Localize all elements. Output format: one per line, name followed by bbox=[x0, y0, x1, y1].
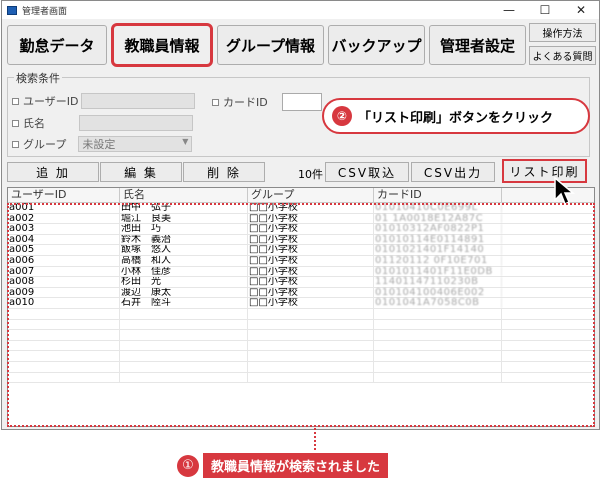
group-select-value: 未設定 bbox=[82, 138, 116, 151]
delete-button[interactable]: 削 除 bbox=[183, 162, 265, 182]
edit-button[interactable]: 編 集 bbox=[100, 162, 182, 182]
maximize-icon[interactable]: ☐ bbox=[527, 1, 563, 19]
table-header: ユーザーID 氏名 グループ カードID bbox=[8, 188, 594, 203]
result-count: 10件 bbox=[298, 168, 323, 181]
annotation-connector bbox=[314, 428, 316, 450]
step2-text: 「リスト印刷」ボタンをクリック bbox=[358, 110, 554, 126]
name-input[interactable] bbox=[79, 115, 193, 131]
header-name[interactable]: 氏名 bbox=[120, 188, 248, 202]
user-id-input[interactable] bbox=[80, 93, 195, 109]
tab-attendance-data[interactable]: 勤怠データ bbox=[7, 25, 107, 65]
csv-export-button[interactable]: CSV出力 bbox=[411, 162, 495, 182]
group-select[interactable]: 未設定 ▼ bbox=[78, 136, 193, 152]
user-id-checkbox[interactable] bbox=[12, 97, 19, 105]
mouse-cursor-icon bbox=[554, 176, 576, 206]
tab-group-info[interactable]: グループ情報 bbox=[217, 25, 324, 65]
card-id-input[interactable] bbox=[281, 93, 322, 111]
app-icon bbox=[7, 5, 17, 15]
chevron-down-icon: ▼ bbox=[182, 137, 189, 146]
csv-import-button[interactable]: CSV取込 bbox=[325, 162, 409, 182]
name-filter: 氏名 bbox=[12, 115, 193, 131]
tab-backup[interactable]: バックアップ bbox=[328, 25, 425, 65]
main-tabs: 勤怠データ 教職員情報 グループ情報 バックアップ 管理者設定 操作方法 よくあ… bbox=[7, 23, 596, 69]
header-filler bbox=[502, 188, 594, 202]
card-id-checkbox[interactable] bbox=[212, 98, 219, 106]
group-filter: グループ 未設定 ▼ bbox=[12, 136, 193, 152]
step1-text: 教職員情報が検索されました bbox=[203, 453, 389, 478]
add-button[interactable]: 追 加 bbox=[7, 162, 99, 182]
step1-badge: ① bbox=[177, 454, 199, 477]
card-id-filter: カードID bbox=[212, 93, 322, 111]
header-card-id[interactable]: カードID bbox=[374, 188, 502, 202]
step2-callout: ② 「リスト印刷」ボタンをクリック bbox=[322, 98, 590, 134]
user-id-label: ユーザーID bbox=[23, 95, 79, 108]
help-operations-button[interactable]: 操作方法 bbox=[529, 23, 596, 42]
step2-badge: ② bbox=[332, 106, 352, 126]
search-result-highlight bbox=[7, 203, 595, 427]
search-legend: 検索条件 bbox=[14, 70, 62, 86]
name-label: 氏名 bbox=[23, 117, 45, 130]
tab-staff-info[interactable]: 教職員情報 bbox=[111, 23, 213, 67]
name-checkbox[interactable] bbox=[12, 119, 19, 127]
step1-label: ① 教職員情報が検索されました bbox=[177, 453, 389, 478]
group-label: グループ bbox=[23, 138, 67, 151]
tab-admin-settings[interactable]: 管理者設定 bbox=[429, 25, 526, 65]
minimize-icon[interactable]: — bbox=[491, 1, 527, 19]
header-user-id[interactable]: ユーザーID bbox=[8, 188, 120, 202]
group-checkbox[interactable] bbox=[12, 140, 19, 148]
window-title: 管理者画面 bbox=[22, 6, 68, 17]
user-id-filter: ユーザーID bbox=[12, 93, 195, 109]
faq-button[interactable]: よくある質問 bbox=[529, 46, 596, 65]
close-icon[interactable]: ✕ bbox=[563, 1, 599, 19]
header-group[interactable]: グループ bbox=[248, 188, 374, 202]
card-id-label: カードID bbox=[223, 96, 268, 109]
title-bar: 管理者画面 — ☐ ✕ bbox=[2, 1, 599, 19]
